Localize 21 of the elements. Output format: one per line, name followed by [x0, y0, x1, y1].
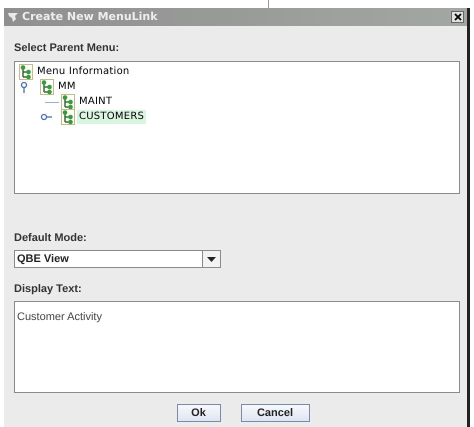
expanded-handle-icon[interactable] — [19, 81, 29, 93]
field-label: Default Mode: — [14, 230, 88, 246]
tree-node-icon — [61, 94, 75, 110]
tree-node-icon — [19, 64, 33, 80]
collapsed-handle-icon[interactable] — [40, 112, 52, 122]
tree-node-icon — [61, 109, 75, 125]
tree-item[interactable]: MM — [56, 80, 78, 94]
tree-node-icon — [40, 79, 54, 95]
cancel-button[interactable]: Cancel — [240, 404, 310, 422]
tree-item[interactable]: CUSTOMERS — [77, 110, 146, 124]
close-button[interactable] — [451, 11, 464, 23]
field-label: Display Text: — [14, 282, 83, 297]
dropdown-arrow-icon — [207, 256, 216, 262]
tree-item[interactable]: Menu Information — [35, 65, 132, 79]
mode-dropdown[interactable]: QBE View — [14, 250, 221, 268]
window-title: Create New MenuLink — [22, 8, 158, 25]
field-label: Select Parent Menu: — [14, 41, 120, 56]
ok-button[interactable]: Ok — [176, 404, 220, 422]
app-logo-icon — [7, 11, 19, 23]
display-text-area[interactable]: Customer Activity — [14, 300, 460, 392]
tree-item[interactable]: MAINT — [77, 95, 114, 109]
